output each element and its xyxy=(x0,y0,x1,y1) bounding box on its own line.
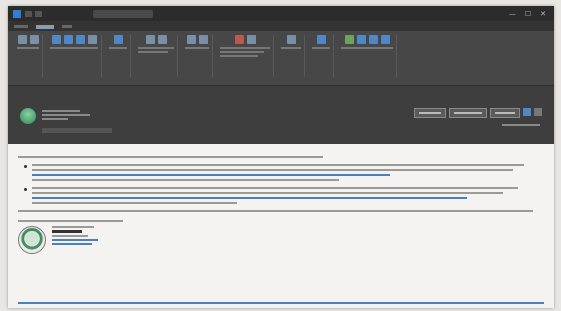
bullet-item-2 xyxy=(24,187,544,204)
sign-off xyxy=(18,220,544,222)
attachment-bar[interactable] xyxy=(42,128,112,133)
undo-icon[interactable] xyxy=(35,10,42,17)
reply-all-icon[interactable] xyxy=(63,35,73,44)
forward-button[interactable] xyxy=(490,108,520,118)
archive-icon[interactable] xyxy=(29,35,39,44)
signature-phone xyxy=(52,235,88,237)
outlook-app-icon xyxy=(13,9,21,18)
teams-share-icon[interactable] xyxy=(523,108,531,116)
find-icon[interactable] xyxy=(286,35,296,44)
ribbon-group-quick-steps xyxy=(135,35,178,77)
minimize-button[interactable]: — xyxy=(509,10,516,18)
intro-paragraph xyxy=(18,156,544,158)
tab-message[interactable] xyxy=(36,25,54,29)
message-actions xyxy=(414,108,542,118)
bullet-item-1 xyxy=(24,164,544,181)
reply-all-button[interactable] xyxy=(449,108,487,118)
signature-website-link[interactable] xyxy=(52,239,98,241)
ribbon-group-delete xyxy=(14,35,43,77)
ribbon-group-addins xyxy=(338,35,397,77)
reply-button[interactable] xyxy=(414,108,446,118)
more-options-icon[interactable] xyxy=(534,108,542,116)
ribbon xyxy=(8,31,554,86)
more-respond-icon[interactable] xyxy=(87,35,97,44)
forward-icon[interactable] xyxy=(75,35,85,44)
maximize-button[interactable]: ☐ xyxy=(525,10,531,18)
move-icon[interactable] xyxy=(186,35,196,44)
signature xyxy=(18,226,544,254)
ribbon-group-editing xyxy=(278,35,305,77)
ribbon-group-teams xyxy=(106,35,131,77)
ribbon-tabs xyxy=(8,21,554,31)
read-aloud-icon[interactable] xyxy=(316,35,326,44)
title-bar: — ☐ ✕ xyxy=(8,6,554,21)
ribbon-group-tags xyxy=(217,35,274,77)
message-body xyxy=(8,144,554,308)
teams-icon[interactable] xyxy=(113,35,123,44)
disclaimer-line xyxy=(18,302,544,304)
search-box[interactable] xyxy=(93,9,153,18)
signature-company xyxy=(52,230,82,233)
flag-icon[interactable] xyxy=(234,35,244,44)
addin-icon[interactable] xyxy=(344,35,354,44)
company-logo xyxy=(18,226,46,254)
addin-icon[interactable] xyxy=(380,35,390,44)
reply-icon[interactable] xyxy=(51,35,61,44)
tab-help[interactable] xyxy=(62,25,72,28)
sender-info xyxy=(42,108,90,122)
addin-icon[interactable] xyxy=(356,35,366,44)
window-controls: — ☐ ✕ xyxy=(509,10,546,18)
ribbon-group-speech xyxy=(309,35,334,77)
email-window: — ☐ ✕ xyxy=(8,6,554,308)
closing-paragraph xyxy=(18,210,544,212)
categorize-icon[interactable] xyxy=(246,35,256,44)
ribbon-group-respond xyxy=(47,35,102,77)
quick-steps-icon[interactable] xyxy=(157,35,167,44)
ribbon-group-move xyxy=(182,35,213,77)
message-header xyxy=(8,86,554,149)
tab-file[interactable] xyxy=(14,25,28,28)
signature-name xyxy=(52,226,94,228)
signature-email-link[interactable] xyxy=(52,243,92,245)
sender-avatar xyxy=(20,108,36,124)
addin-icon[interactable] xyxy=(368,35,378,44)
delete-icon[interactable] xyxy=(17,35,27,44)
rules-icon[interactable] xyxy=(198,35,208,44)
received-date xyxy=(502,122,540,127)
quick-steps-icon[interactable] xyxy=(145,35,155,44)
close-button[interactable]: ✕ xyxy=(540,10,546,18)
save-icon[interactable] xyxy=(25,10,32,17)
